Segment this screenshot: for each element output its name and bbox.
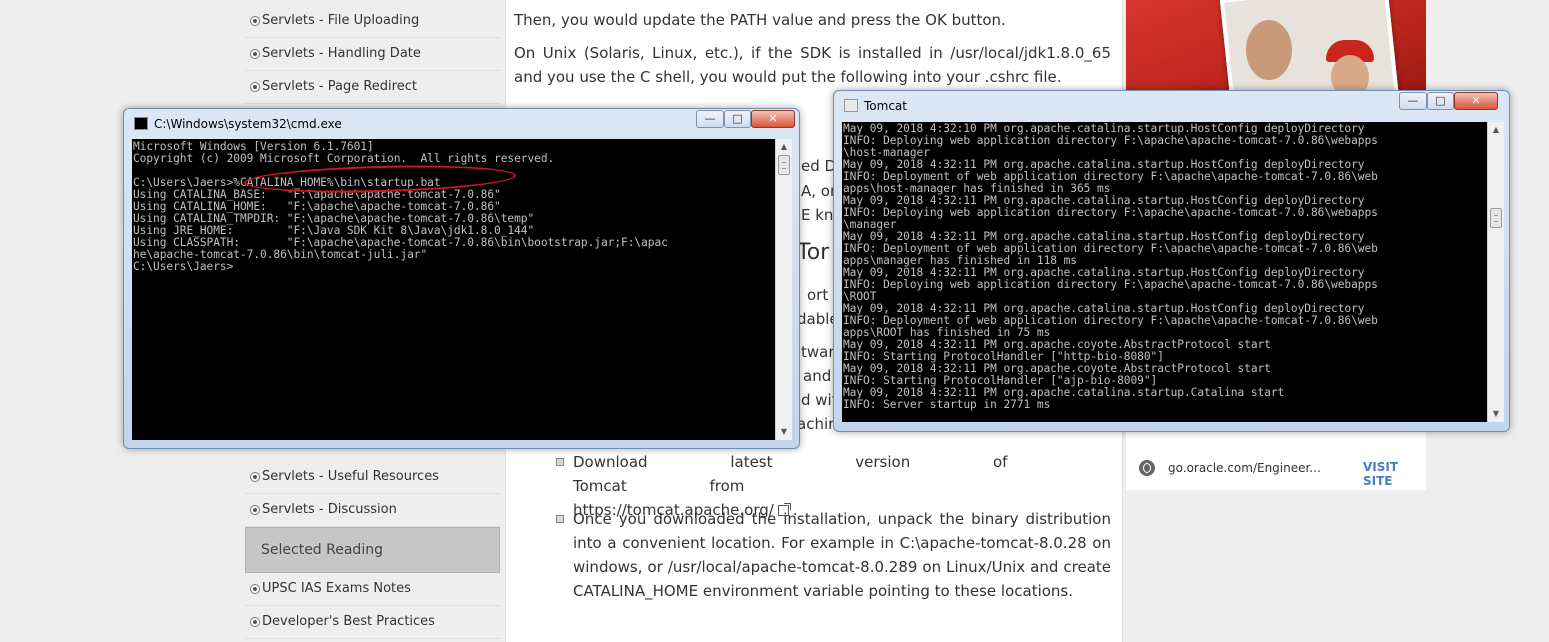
text-fragment: A, or [801,182,837,200]
maximize-icon: □ [1435,94,1446,107]
close-button[interactable]: ✕ [1454,92,1498,110]
minimize-icon: — [704,112,716,125]
download-line: Download latest version of Tomcat from [573,450,1111,498]
paragraph-unix-text: On Unix (Solaris, Linux, etc.), if the S… [514,44,1111,86]
paragraph-unix: On Unix (Solaris, Linux, etc.), if the S… [514,41,1111,89]
list-item-unpack: Once you downloaded the installation, un… [573,507,1111,603]
bullet-icon [250,16,260,26]
ad-footer: go.oracle.com/Engineer... VISIT SITE [1126,450,1426,488]
sidebar-item-label: Servlets - File Uploading [262,13,420,28]
text-fragment: E kn [801,206,834,224]
sidebar-item-useful-resources[interactable]: Servlets - Useful Resources [245,461,500,494]
scroll-up-icon[interactable]: ▲ [1488,122,1504,138]
cmd-scrollbar[interactable]: ▲ ▼ [775,139,792,440]
sidebar-item-label: Servlets - Page Redirect [262,79,417,94]
tomcat-window[interactable]: Tomcat — □ ✕ May 09, 2018 4:32:10 PM org… [833,90,1510,432]
cmd-app-icon [134,117,148,130]
minimize-button[interactable]: — [696,110,724,128]
bullet-icon [250,49,260,59]
bullet-icon [250,584,260,594]
globe-icon [1139,460,1155,476]
scroll-down-icon[interactable]: ▼ [1488,406,1504,422]
visit-site-button[interactable]: VISIT SITE [1363,460,1426,488]
console-line: INFO: Deploying web application director… [843,206,1378,219]
sidebar-item-best-practices[interactable]: Developer's Best Practices [245,606,500,639]
scroll-thumb[interactable] [778,155,790,175]
bullet-icon [250,617,260,627]
list-bullet-icon [556,458,564,466]
sidebar-item-upsc-notes[interactable]: UPSC IAS Exams Notes [245,573,500,606]
cmd-window-title: C:\Windows\system32\cmd.exe [154,117,342,131]
unpack-text: Once you downloaded the installation, un… [573,510,1111,600]
sidebar-item-label: Servlets - Discussion [262,502,397,517]
bullet-icon [250,505,260,515]
sidebar-item-label: Developer's Best Practices [262,614,435,629]
download-text: Download latest version of Tomcat from [573,453,1008,495]
cmd-window[interactable]: C:\Windows\system32\cmd.exe — □ ✕ Micros… [123,108,800,449]
sidebar-item-page-redirect[interactable]: Servlets - Page Redirect [245,71,500,104]
ad-person-face [1246,20,1292,80]
scroll-down-icon[interactable]: ▼ [776,424,792,440]
console-line: Copyright (c) 2009 Microsoft Corporation… [133,152,555,165]
tomcat-output: May 09, 2018 4:32:10 PM org.apache.catal… [842,122,1487,411]
text-fragment: ed D [801,157,837,175]
section-header-label: Selected Reading [261,542,383,558]
sidebar-item-file-uploading[interactable]: Servlets - File Uploading [245,5,500,38]
console-line: INFO: Server startup in 2771 ms [843,398,1051,411]
paragraph-path-text: Then, you would update the PATH value an… [514,11,1006,29]
close-button[interactable]: ✕ [751,110,795,128]
console-line: INFO: Deploying web application director… [843,278,1378,291]
close-icon: ✕ [768,112,778,125]
console-line: C:\Users\Jaers> [133,260,234,273]
tomcat-app-icon [844,99,858,112]
tomcat-scrollbar[interactable]: ▲ ▼ [1487,122,1504,422]
bullet-icon [250,82,260,92]
ad-url[interactable]: go.oracle.com/Engineer... [1168,461,1321,475]
tomcat-console[interactable]: May 09, 2018 4:32:10 PM org.apache.catal… [842,122,1487,422]
sidebar-item-handling-date[interactable]: Servlets - Handling Date [245,38,500,71]
sidebar-item-label: Servlets - Handling Date [262,46,421,61]
heading-fragment: Tor [797,240,830,265]
minimize-icon: — [1407,94,1419,107]
maximize-icon: □ [732,112,743,125]
sidebar-item-discussion[interactable]: Servlets - Discussion [245,494,500,527]
tomcat-window-title: Tomcat [864,99,907,113]
maximize-button[interactable]: □ [1427,92,1454,110]
text-fragment: achin [797,415,838,433]
text-fragment: and [803,367,832,385]
maximize-button[interactable]: □ [724,110,751,128]
paragraph-path: Then, you would update the PATH value an… [514,8,1110,32]
sidebar-section-header: Selected Reading [245,527,500,573]
close-icon: ✕ [1471,94,1481,107]
minimize-button[interactable]: — [1399,92,1427,110]
cmd-output: Microsoft Windows [Version 6.1.7601] Cop… [132,139,775,273]
sidebar-item-label: Servlets - Useful Resources [262,469,439,484]
scroll-thumb[interactable] [1490,208,1502,228]
bullet-icon [250,472,260,482]
list-bullet-icon [556,515,564,523]
sidebar-item-label: UPSC IAS Exams Notes [262,581,411,596]
scroll-up-icon[interactable]: ▲ [776,139,792,155]
